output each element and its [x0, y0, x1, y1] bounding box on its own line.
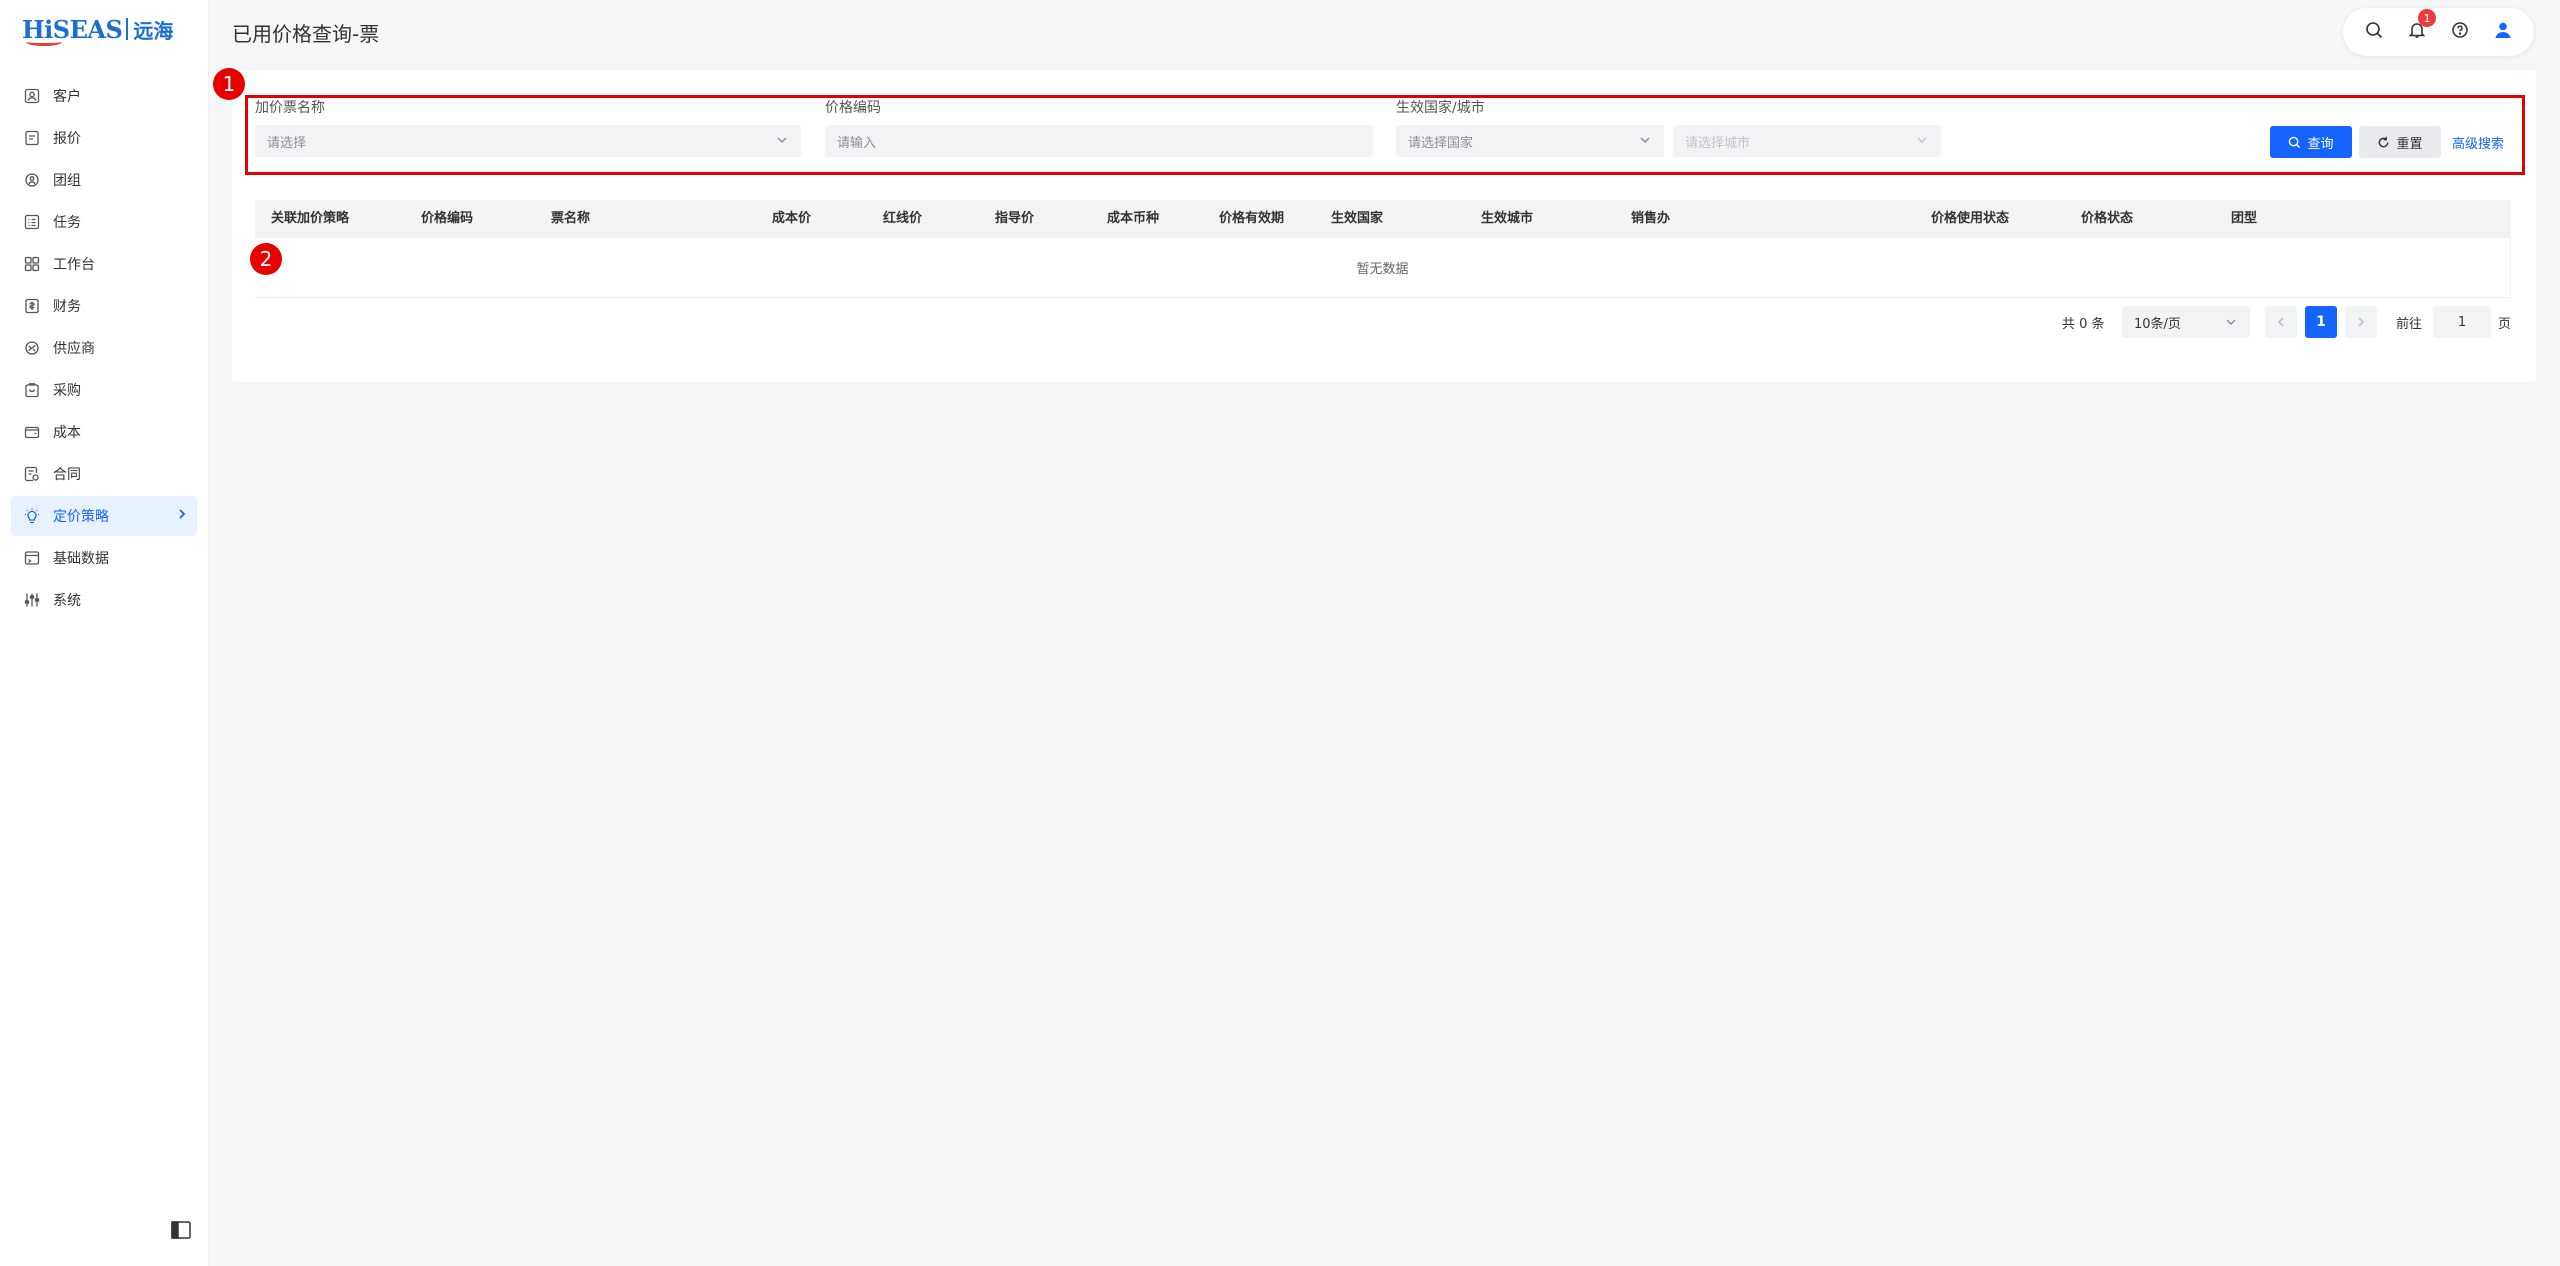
top-toolbar: 1: [2343, 8, 2534, 56]
sidebar-item-label: 工作台: [53, 257, 95, 273]
sidebar-item-quote[interactable]: 报价: [11, 118, 197, 158]
sidebar-menu: 客户 报价 团组 任务 工作台 财务 供应商 采购 成本 合同 定价策略 基础数…: [11, 76, 197, 622]
page-number-button[interactable]: 1: [2305, 306, 2337, 338]
filter-highlight-box: [245, 95, 2525, 175]
sidebar-item-group[interactable]: 团组: [11, 160, 197, 200]
sidebar-item-task[interactable]: 任务: [11, 202, 197, 242]
user-icon: [2494, 21, 2512, 43]
contract-icon: [23, 465, 41, 483]
column-header: 生效城市: [1481, 211, 1534, 226]
sidebar: HiSEAS 远海 客户 报价 团组 任务 工作台 财务 供应商 采购 成本 合…: [0, 0, 209, 1266]
sidebar-item-pricing-strategy[interactable]: 定价策略: [11, 496, 197, 536]
column-header: 关联加价策略: [271, 211, 350, 226]
column-header: 成本币种: [1107, 211, 1160, 226]
logo-swoosh: [26, 38, 62, 46]
chevron-right-icon: [2358, 317, 2365, 327]
page-suffix-label: 页: [2498, 316, 2512, 332]
column-header: 红线价: [883, 211, 923, 226]
sidebar-item-label: 系统: [53, 593, 81, 609]
database-icon: [23, 549, 41, 567]
sidebar-item-cost[interactable]: 成本: [11, 412, 197, 452]
chevron-left-icon: [2277, 317, 2284, 327]
prev-page-button[interactable]: [2265, 306, 2297, 338]
purchase-icon: [23, 381, 41, 399]
sidebar-item-workbench[interactable]: 工作台: [11, 244, 197, 284]
sidebar-item-supplier[interactable]: 供应商: [11, 328, 197, 368]
sidebar-item-label: 客户: [53, 89, 81, 105]
quote-icon: [23, 129, 41, 147]
column-header: 价格编码: [421, 211, 474, 226]
column-header: 价格状态: [2081, 211, 2134, 226]
column-header: 票名称: [551, 211, 591, 226]
sidebar-item-contract[interactable]: 合同: [11, 454, 197, 494]
empty-state-text: 暂无数据: [1356, 262, 1409, 277]
column-header: 销售办: [1631, 211, 1671, 226]
annotation-marker-1: 1: [213, 68, 245, 100]
pagination-total: 共 0 条: [2062, 316, 2105, 332]
help-button[interactable]: [2447, 19, 2473, 45]
table-body: 暂无数据: [255, 238, 2511, 298]
sidebar-item-label: 任务: [53, 215, 81, 231]
sidebar-item-customer[interactable]: 客户: [11, 76, 197, 116]
page-size-select[interactable]: 10条/页: [2122, 306, 2250, 338]
finance-icon: [23, 297, 41, 315]
next-page-button[interactable]: [2345, 306, 2377, 338]
logo-separator: [126, 18, 129, 40]
lightbulb-icon: [23, 507, 41, 525]
workbench-icon: [23, 255, 41, 273]
customer-icon: [23, 87, 41, 105]
sidebar-item-label: 采购: [53, 383, 81, 399]
column-header: 生效国家: [1331, 211, 1384, 226]
sidebar-item-label: 成本: [53, 425, 81, 441]
goto-label: 前往: [2396, 316, 2423, 332]
search-icon: [2365, 21, 2383, 43]
supplier-icon: [23, 339, 41, 357]
wallet-icon: [23, 423, 41, 441]
goto-page-input[interactable]: 1: [2433, 306, 2491, 338]
sliders-icon: [23, 591, 41, 609]
column-header: 价格使用状态: [1931, 211, 2010, 226]
notification-badge: 1: [2418, 9, 2437, 27]
column-header: 价格有效期: [1219, 211, 1285, 226]
group-icon: [23, 171, 41, 189]
logo-cn: 远海: [133, 18, 174, 43]
collapse-sidebar-button[interactable]: [171, 1221, 191, 1239]
help-icon: [2451, 21, 2469, 43]
column-header: 团型: [2231, 211, 2258, 226]
column-header: 成本价: [772, 211, 812, 226]
sidebar-item-label: 供应商: [53, 341, 95, 357]
chevron-right-icon: [177, 508, 187, 524]
table-header: 关联加价策略 价格编码 票名称 成本价 红线价 指导价 成本币种 价格有效期 生…: [255, 200, 2511, 238]
sidebar-item-label: 合同: [53, 467, 81, 483]
sidebar-item-label: 定价策略: [53, 509, 109, 525]
sidebar-item-label: 报价: [53, 131, 81, 147]
page-title: 已用价格查询-票: [232, 22, 380, 46]
sidebar-item-label: 基础数据: [53, 551, 109, 567]
task-icon: [23, 213, 41, 231]
logo[interactable]: HiSEAS 远海: [22, 12, 173, 46]
column-header: 指导价: [995, 211, 1035, 226]
chevron-down-icon: [2224, 315, 2238, 333]
sidebar-item-finance[interactable]: 财务: [11, 286, 197, 326]
sidebar-item-system[interactable]: 系统: [11, 580, 197, 620]
sidebar-item-base-data[interactable]: 基础数据: [11, 538, 197, 578]
annotation-marker-2: 2: [250, 243, 282, 275]
page-size-value: 10条/页: [2134, 316, 2181, 332]
sidebar-item-label: 团组: [53, 173, 81, 189]
user-avatar[interactable]: [2490, 19, 2516, 45]
search-button[interactable]: [2361, 19, 2387, 45]
sidebar-item-purchase[interactable]: 采购: [11, 370, 197, 410]
sidebar-item-label: 财务: [53, 299, 81, 315]
notification-button[interactable]: 1: [2404, 9, 2437, 45]
